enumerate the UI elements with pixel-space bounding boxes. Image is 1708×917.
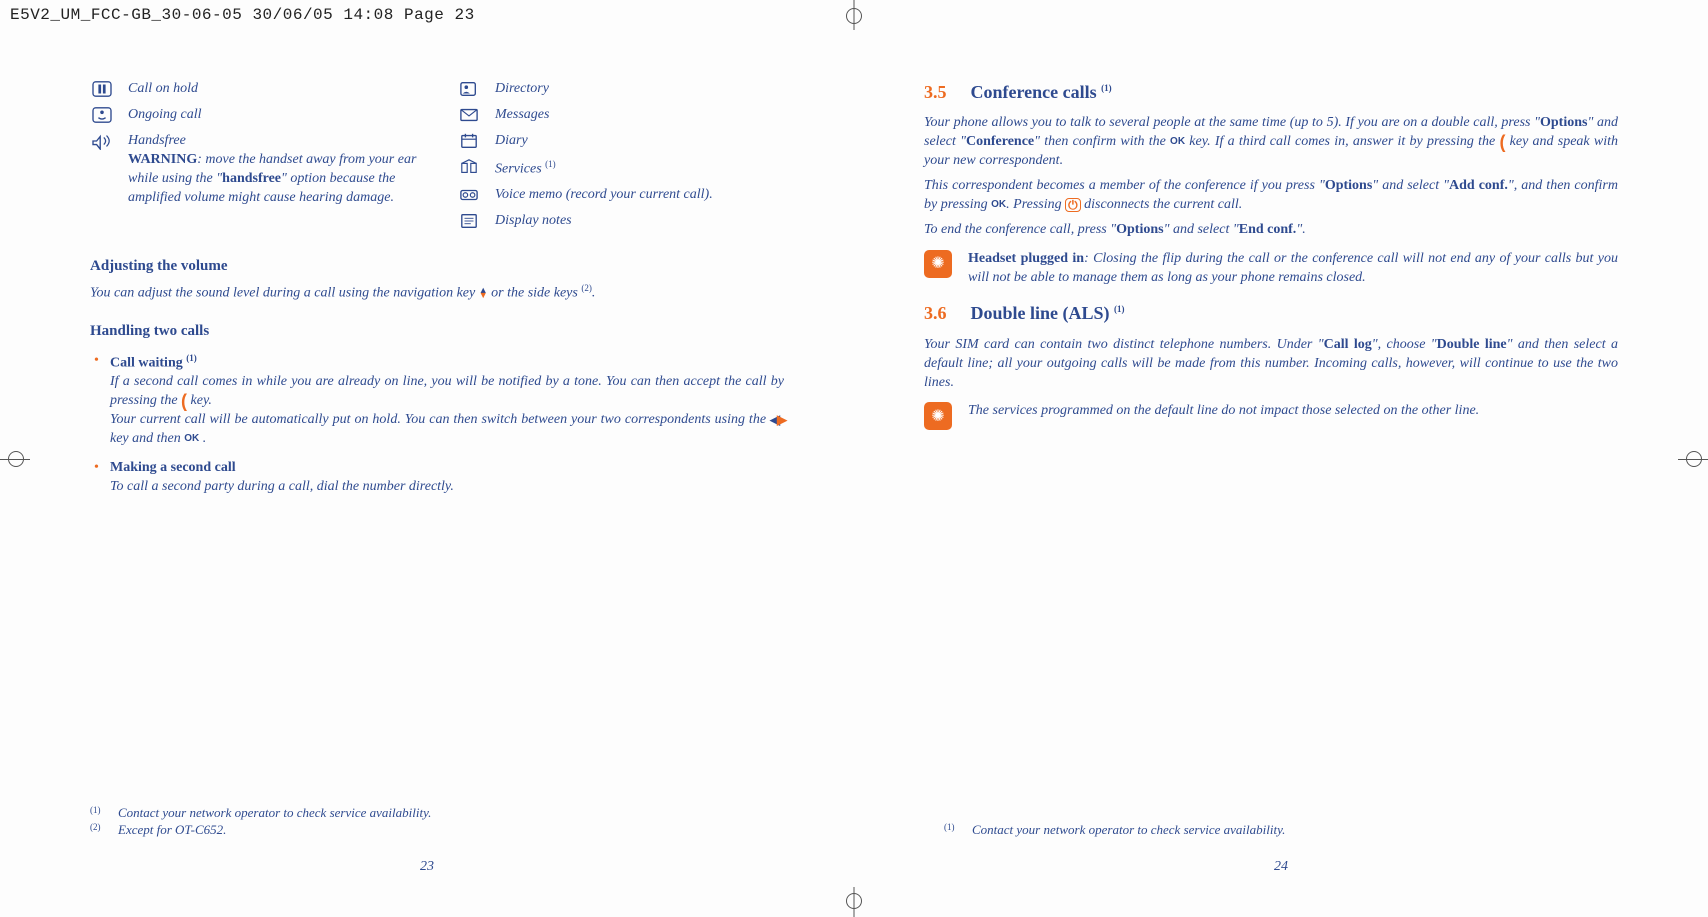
messages-icon xyxy=(457,106,481,126)
footnote-mark: (1) xyxy=(90,804,104,822)
page-number: 24 xyxy=(1274,858,1288,877)
page-number: 23 xyxy=(420,858,434,877)
icon-label: Display notes xyxy=(495,212,784,231)
handling-two-calls-heading: Handling two calls xyxy=(90,321,784,341)
icon-label: Diary xyxy=(495,132,784,151)
diary-icon xyxy=(457,132,481,152)
tip-headset: ✺ Headset plugged in: Closing the flip d… xyxy=(924,250,1618,288)
tip-text: The services programmed on the default l… xyxy=(968,402,1479,421)
ok-key-icon: OK xyxy=(991,198,1006,212)
icon-handsfree: Handsfree WARNING: move the handset away… xyxy=(90,132,417,208)
handsfree-term: handsfree xyxy=(222,171,281,186)
footnote-mark: (2) xyxy=(90,821,104,839)
conf-para-2: This correspondent becomes a member of t… xyxy=(924,177,1618,215)
icon-diary: Diary xyxy=(457,132,784,152)
footnote-text: Except for OT-C652. xyxy=(118,821,226,839)
tip-text: Headset plugged in: Closing the flip dur… xyxy=(968,250,1618,288)
icon-label: Ongoing call xyxy=(128,106,417,125)
section-title: Double line (ALS) (1) xyxy=(971,301,1125,325)
section-number: 3.5 xyxy=(924,80,947,104)
handsfree-label: Handsfree xyxy=(128,133,186,148)
icon-call-on-hold: Call on hold xyxy=(90,80,417,100)
bullet-title: Making a second call xyxy=(110,459,784,478)
notes-icon xyxy=(457,212,481,232)
conf-para-3: To end the conference call, press "Optio… xyxy=(924,221,1618,240)
section-number: 3.6 xyxy=(924,301,947,325)
call-hold-icon xyxy=(90,80,114,100)
voice-memo-icon xyxy=(457,186,481,206)
icon-services: Services (1) xyxy=(457,158,784,180)
bullet-second-call: Making a second call To call a second pa… xyxy=(90,459,784,497)
section-3-6-heading: 3.6 Double line (ALS) (1) xyxy=(924,301,1618,325)
bullet-call-waiting: Call waiting (1) If a second call comes … xyxy=(90,352,784,449)
footnote-text: Contact your network operator to check s… xyxy=(972,821,1285,839)
warning-label: WARNING xyxy=(128,152,197,167)
ok-key-icon: OK xyxy=(184,432,199,446)
adjusting-volume-heading: Adjusting the volume xyxy=(90,256,784,276)
directory-icon xyxy=(457,80,481,100)
icon-ongoing-call: Ongoing call xyxy=(90,106,417,126)
icon-directory: Directory xyxy=(457,80,784,100)
icon-messages: Messages xyxy=(457,106,784,126)
ok-key-icon: OK xyxy=(1170,135,1185,149)
footnote-mark: (1) xyxy=(944,821,958,839)
icon-label: Handsfree WARNING: move the handset away… xyxy=(128,132,417,208)
tip-icon: ✺ xyxy=(924,402,952,430)
section-3-5-heading: 3.5 Conference calls (1) xyxy=(924,80,1618,104)
icon-legend: Call on hold Ongoing call Handsfree WARN… xyxy=(90,80,784,238)
footnotes-left: (1) Contact your network operator to chec… xyxy=(90,804,764,839)
icon-label: Voice memo (record your current call). xyxy=(495,186,784,205)
ongoing-call-icon xyxy=(90,106,114,126)
footnote-text: Contact your network operator to check s… xyxy=(118,804,431,822)
bullet-title: Call waiting (1) xyxy=(110,352,784,374)
icon-col-1: Call on hold Ongoing call Handsfree WARN… xyxy=(90,80,417,238)
icon-voice-memo: Voice memo (record your current call). xyxy=(457,186,784,206)
icon-label: Call on hold xyxy=(128,80,417,99)
conf-para-1: Your phone allows you to talk to several… xyxy=(924,114,1618,171)
bullet-body: If a second call comes in while you are … xyxy=(110,373,784,449)
adjusting-volume-body: You can adjust the sound level during a … xyxy=(90,282,784,304)
icon-label: Directory xyxy=(495,80,784,99)
tip-als: ✺ The services programmed on the default… xyxy=(924,402,1618,430)
nav-key-icon: ▲▼ xyxy=(479,288,488,298)
icon-display-notes: Display notes xyxy=(457,212,784,232)
services-icon xyxy=(457,158,481,178)
icon-label: Services (1) xyxy=(495,158,784,180)
handsfree-icon xyxy=(90,132,114,152)
als-para: Your SIM card can contain two distinct t… xyxy=(924,336,1618,393)
footnotes-right: (1) Contact your network operator to chec… xyxy=(944,821,1618,839)
icon-label: Messages xyxy=(495,106,784,125)
end-key-icon: ⏻ xyxy=(1065,198,1081,212)
bullet-body: To call a second party during a call, di… xyxy=(110,478,784,497)
icon-col-2: Directory Messages Diary xyxy=(457,80,784,238)
page-24: 3.5 Conference calls (1) Your phone allo… xyxy=(854,0,1708,917)
left-right-key-icon: ◀▶ xyxy=(770,411,784,429)
page-23: Call on hold Ongoing call Handsfree WARN… xyxy=(0,0,854,917)
section-title: Conference calls (1) xyxy=(971,80,1112,104)
tip-icon: ✺ xyxy=(924,250,952,278)
page-spread: Call on hold Ongoing call Handsfree WARN… xyxy=(0,0,1708,917)
